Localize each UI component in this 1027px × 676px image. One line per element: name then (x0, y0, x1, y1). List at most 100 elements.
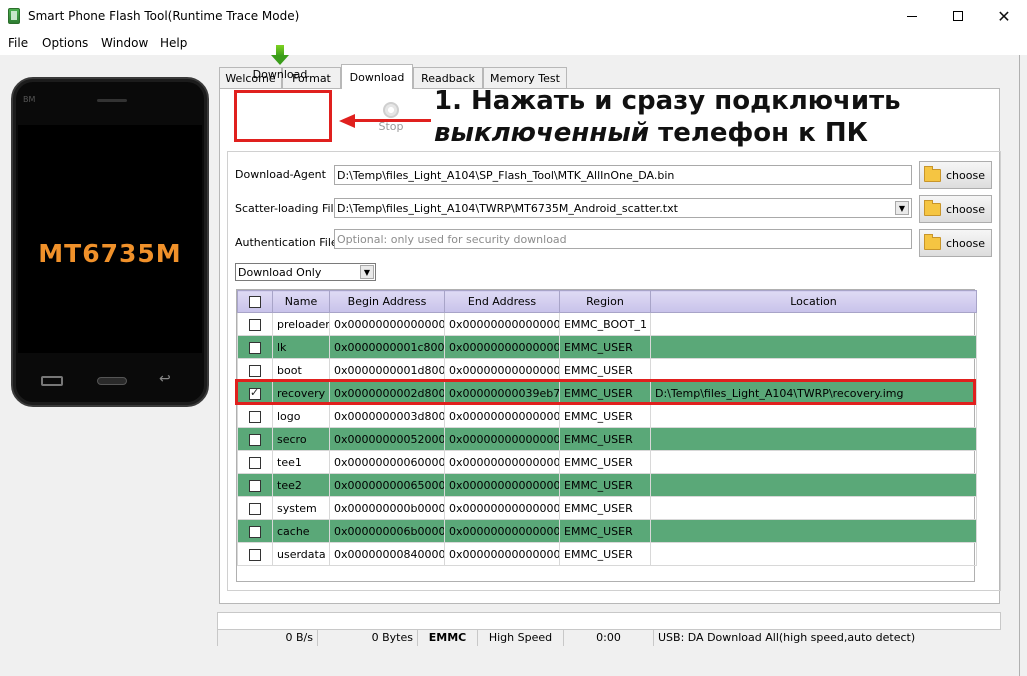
download-mode-select[interactable]: Download Only ▼ (235, 263, 376, 281)
table-row[interactable]: lk0x0000000001c800000x0000000000000000EM… (237, 335, 977, 359)
cell-begin-address: 0x0000000006500000 (329, 473, 445, 497)
select-all-header[interactable] (237, 290, 273, 313)
home-key-icon (97, 377, 127, 385)
menu-help[interactable]: Help (160, 36, 187, 50)
close-button[interactable]: ✕ (981, 0, 1027, 32)
folder-icon (924, 199, 941, 216)
select-all-checkbox[interactable] (249, 296, 261, 308)
cell-name: secro (272, 427, 330, 451)
choose-scatter-button[interactable]: choose (919, 195, 992, 223)
menu-window[interactable]: Window (101, 36, 148, 50)
cell-region: EMMC_USER (559, 542, 651, 566)
cell-end-address: 0x0000000000000000 (444, 404, 560, 428)
tab-download[interactable]: Download (341, 64, 413, 89)
cell-name: cache (272, 519, 330, 543)
row-checkbox-cell[interactable] (237, 450, 273, 474)
row-checkbox[interactable] (249, 433, 261, 446)
cell-begin-address: 0x0000000003d80000 (329, 404, 445, 428)
tab-readback[interactable]: Readback (413, 67, 483, 88)
row-checkbox-cell[interactable] (237, 404, 273, 428)
partition-table: Name Begin Address End Address Region Lo… (236, 289, 977, 582)
scatter-file-field[interactable]: D:\Temp\files_Light_A104\TWRP\MT6735M_An… (334, 198, 912, 218)
cell-end-address: 0x0000000000000000 (444, 473, 560, 497)
phone-screen: MT6735M (18, 125, 202, 353)
chevron-down-icon[interactable]: ▼ (360, 265, 374, 279)
row-checkbox-cell[interactable] (237, 519, 273, 543)
cell-begin-address: 0x0000000001c80000 (329, 335, 445, 359)
choose-label: choose (946, 202, 985, 216)
cell-region: EMMC_USER (559, 473, 651, 497)
cell-begin-address: 0x0000000000000000 (329, 312, 445, 336)
download-agent-label: Download-Agent (235, 168, 326, 181)
row-checkbox[interactable] (249, 364, 261, 377)
table-row[interactable]: preloader0x00000000000000000x00000000000… (237, 312, 977, 336)
choose-download-agent-button[interactable]: choose (919, 161, 992, 189)
recovery-highlight-box (235, 379, 976, 405)
scatter-file-label: Scatter-loading File (235, 202, 341, 215)
header-region[interactable]: Region (559, 290, 651, 313)
row-checkbox-cell[interactable] (237, 496, 273, 520)
scatter-file-value: D:\Temp\files_Light_A104\TWRP\MT6735M_An… (337, 202, 678, 215)
table-row[interactable]: logo0x0000000003d800000x0000000000000000… (237, 404, 977, 428)
row-checkbox-cell[interactable] (237, 427, 273, 451)
row-checkbox[interactable] (249, 341, 261, 354)
row-checkbox[interactable] (249, 548, 261, 561)
phone-model-label: MT6735M (38, 239, 182, 268)
progress-bar (217, 612, 1001, 630)
download-highlight-box (234, 90, 332, 142)
cell-region: EMMC_BOOT_1 (559, 312, 651, 336)
header-name[interactable]: Name (272, 290, 330, 313)
partition-grid: Name Begin Address End Address Region Lo… (237, 290, 977, 566)
download-agent-field[interactable]: D:\Temp\files_Light_A104\SP_Flash_Tool\M… (334, 165, 912, 185)
cell-begin-address: 0x000000000b000000 (329, 496, 445, 520)
window-title: Smart Phone Flash Tool(Runtime Trace Mod… (28, 9, 300, 23)
auth-file-field[interactable]: Optional: only used for security downloa… (334, 229, 912, 249)
chevron-down-icon[interactable]: ▼ (895, 201, 909, 215)
tab-memory-test[interactable]: Memory Test (483, 67, 567, 88)
download-label: Download (252, 68, 308, 81)
cell-begin-address: 0x000000006b000000 (329, 519, 445, 543)
row-checkbox-cell[interactable] (237, 312, 273, 336)
row-checkbox[interactable] (249, 479, 261, 492)
minimize-button[interactable] (889, 0, 935, 32)
minimize-icon (907, 15, 917, 17)
menu-file[interactable]: File (8, 36, 28, 50)
table-row[interactable]: secro0x00000000052000000x000000000000000… (237, 427, 977, 451)
row-checkbox[interactable] (249, 318, 261, 331)
phone-speaker (97, 99, 127, 102)
row-checkbox[interactable] (249, 410, 261, 423)
header-location[interactable]: Location (650, 290, 977, 313)
maximize-button[interactable] (935, 0, 981, 32)
cell-begin-address: 0x0000000084000000 (329, 542, 445, 566)
row-checkbox[interactable] (249, 456, 261, 469)
cell-begin-address: 0x0000000006000000 (329, 450, 445, 474)
download-mode-value: Download Only (238, 266, 322, 279)
header-begin-address[interactable]: Begin Address (329, 290, 445, 313)
table-row[interactable]: tee20x00000000065000000x0000000000000000… (237, 473, 977, 497)
cell-end-address: 0x0000000000000000 (444, 496, 560, 520)
status-bytes: 0 Bytes (317, 630, 417, 646)
row-checkbox-cell[interactable] (237, 542, 273, 566)
cell-name: tee2 (272, 473, 330, 497)
download-button[interactable]: Download (237, 37, 323, 87)
header-end-address[interactable]: End Address (444, 290, 560, 313)
row-checkbox[interactable] (249, 525, 261, 538)
folder-icon (924, 233, 941, 250)
menu-options[interactable]: Options (42, 36, 88, 50)
annotation-line-2: выключенный телефон к ПК (434, 118, 868, 148)
table-row[interactable]: cache0x000000006b0000000x000000000000000… (237, 519, 977, 543)
choose-auth-button[interactable]: choose (919, 229, 992, 257)
table-row[interactable]: userdata0x00000000840000000x000000000000… (237, 542, 977, 566)
phone-brand: BM (23, 95, 36, 104)
cell-name: tee1 (272, 450, 330, 474)
table-row[interactable]: system0x000000000b0000000x00000000000000… (237, 496, 977, 520)
choose-label: choose (946, 236, 985, 250)
row-checkbox-cell[interactable] (237, 473, 273, 497)
annotation-line-2-rest: телефон к ПК (649, 118, 868, 148)
cell-name: logo (272, 404, 330, 428)
status-speed: 0 B/s (217, 630, 317, 646)
cell-region: EMMC_USER (559, 519, 651, 543)
table-row[interactable]: tee10x00000000060000000x0000000000000000… (237, 450, 977, 474)
row-checkbox[interactable] (249, 502, 261, 515)
row-checkbox-cell[interactable] (237, 335, 273, 359)
